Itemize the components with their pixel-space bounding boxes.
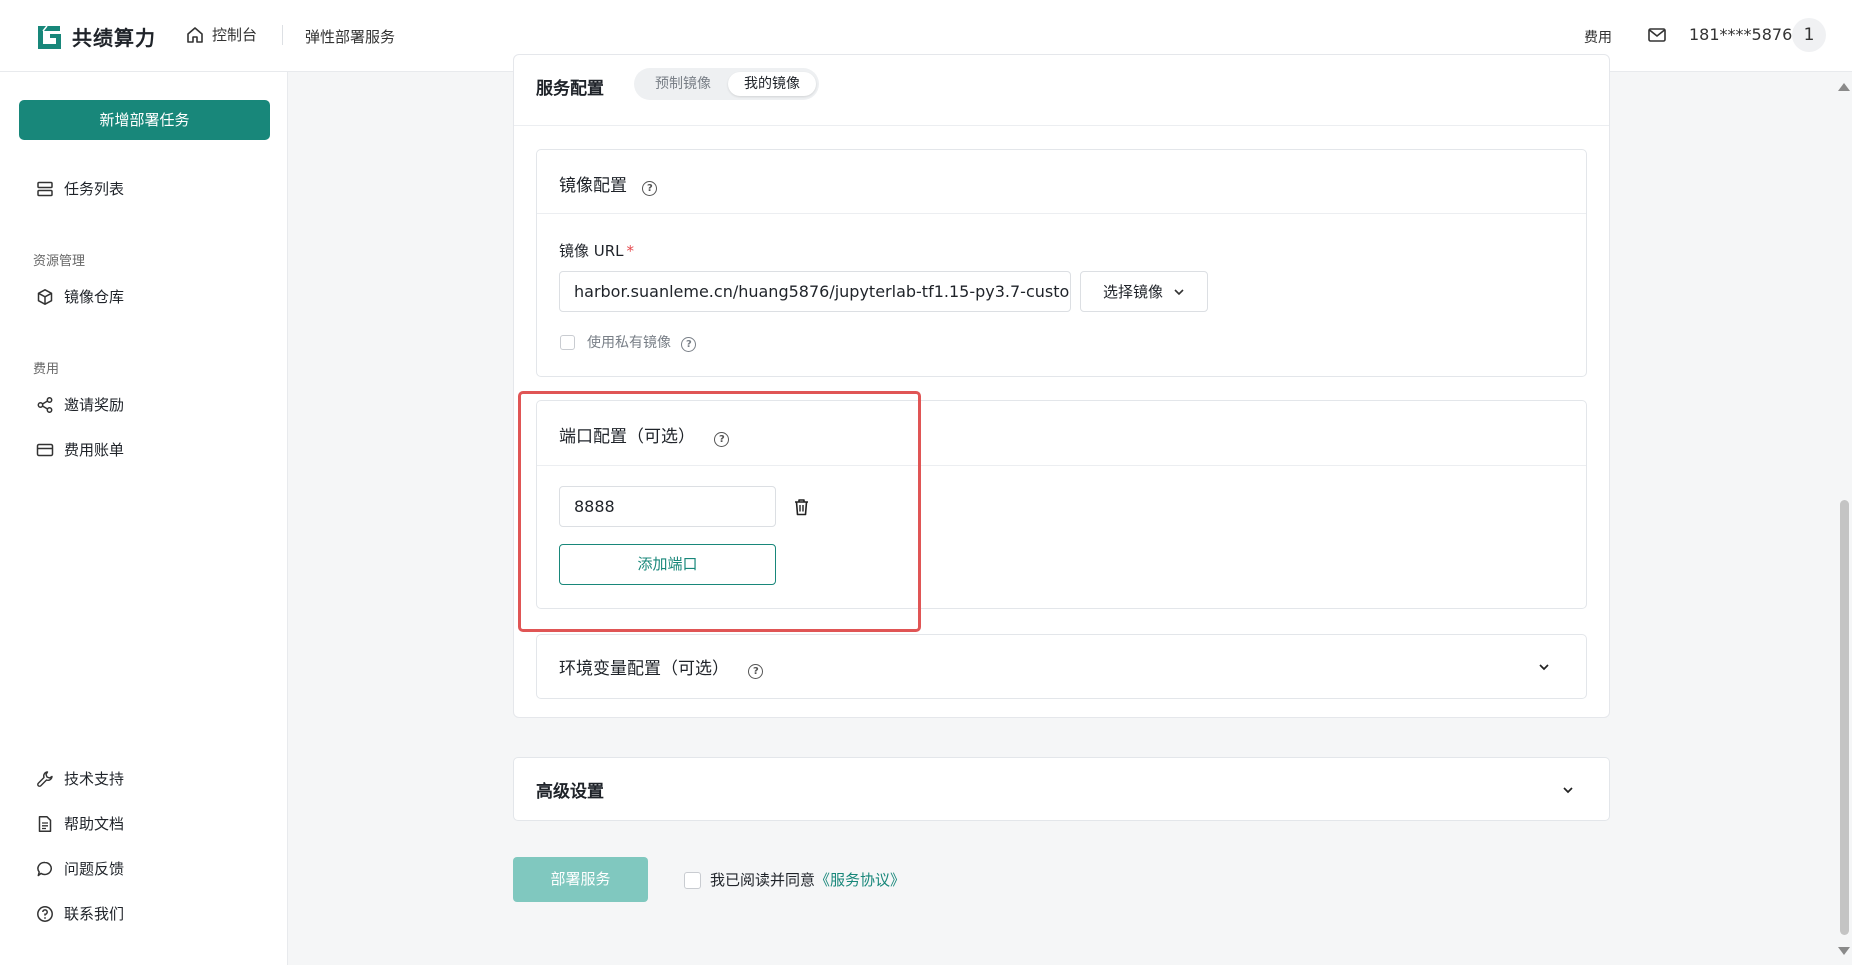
mail-icon[interactable] — [1647, 26, 1667, 44]
chevron-down-icon[interactable] — [1561, 783, 1575, 797]
agree-terms-text: 我已阅读并同意《服务协议》 — [710, 869, 905, 890]
sidebar-item-label: 帮助文档 — [64, 815, 125, 833]
brand-name: 共绩算力 — [72, 25, 156, 50]
help-icon[interactable]: ? — [642, 181, 658, 196]
share-icon — [37, 396, 53, 413]
add-port-button[interactable]: 添加端口 — [559, 544, 776, 585]
sidebar-item-label: 问题反馈 — [64, 860, 125, 878]
sidebar-item-contact[interactable]: 联系我们 — [36, 903, 124, 924]
image-source-tabs: 预制镜像 我的镜像 — [634, 68, 819, 100]
credit-card-icon — [36, 443, 54, 456]
sidebar-item-label: 邀请奖励 — [64, 396, 125, 414]
tab-preset-images[interactable]: 预制镜像 — [638, 72, 728, 96]
sidebar-group-resources: 资源管理 — [33, 254, 86, 269]
sidebar-group-fee: 费用 — [33, 362, 60, 377]
advanced-settings-panel[interactable] — [513, 757, 1610, 821]
agree-terms-label: 我已阅读并同意 — [710, 871, 816, 889]
nav-elastic-deploy[interactable]: 弹性部署服务 — [305, 26, 395, 47]
env-config-panel[interactable]: 环境变量配置（可选） ? — [536, 634, 1587, 699]
image-config-title: 镜像配置 ? — [559, 171, 658, 196]
select-image-label: 选择镜像 — [1102, 283, 1163, 301]
cube-icon — [37, 288, 53, 305]
private-image-checkbox[interactable] — [560, 335, 575, 350]
image-url-label-text: 镜像 URL — [559, 242, 624, 260]
document-icon — [38, 815, 52, 832]
brand-logo[interactable]: 共绩算力 — [34, 20, 156, 52]
sidebar-item-billing[interactable]: 费用账单 — [36, 439, 124, 460]
help-icon[interactable]: ? — [748, 664, 764, 679]
help-icon[interactable]: ? — [681, 337, 697, 352]
nav-console[interactable]: 控制台 — [186, 24, 257, 45]
env-config-title: 环境变量配置（可选） ? — [559, 654, 764, 679]
private-image-label-text: 使用私有镜像 — [587, 335, 671, 351]
sidebar-item-label: 任务列表 — [64, 180, 125, 198]
required-mark: * — [626, 242, 635, 260]
port-input[interactable]: 8888 — [559, 486, 776, 527]
port-config-title-text: 端口配置（可选） — [559, 427, 695, 447]
sidebar: 新增部署任务 任务列表 资源管理 镜像仓库 费用 邀请奖励 费用账单 技术支持 … — [0, 72, 288, 965]
private-image-label: 使用私有镜像 ? — [587, 332, 697, 352]
image-url-input[interactable]: harbor.suanleme.cn/huang5876/jupyterlab-… — [559, 271, 1071, 312]
sidebar-item-image-repo[interactable]: 镜像仓库 — [36, 286, 124, 307]
sidebar-item-label: 联系我们 — [64, 905, 125, 923]
sidebar-item-label: 技术支持 — [64, 770, 125, 788]
chevron-down-icon[interactable] — [1537, 660, 1551, 674]
help-circle-icon — [37, 905, 53, 922]
user-phone[interactable]: 181****5876 — [1689, 25, 1792, 44]
sidebar-item-feedback[interactable]: 问题反馈 — [36, 858, 124, 879]
scroll-up-arrow-icon[interactable] — [1838, 83, 1850, 91]
divider — [514, 125, 1609, 126]
sidebar-item-task-list[interactable]: 任务列表 — [36, 178, 124, 199]
tab-my-images[interactable]: 我的镜像 — [728, 72, 816, 96]
select-image-button[interactable]: 选择镜像 — [1080, 271, 1208, 312]
wrench-icon — [37, 770, 53, 787]
panel-header: 镜像配置 ? — [537, 150, 1586, 214]
sidebar-item-label: 镜像仓库 — [64, 288, 125, 306]
image-config-title-text: 镜像配置 — [559, 176, 627, 196]
help-icon[interactable]: ? — [714, 432, 730, 447]
header-fee-link[interactable]: 费用 — [1584, 27, 1612, 47]
nav-divider — [282, 25, 283, 45]
service-agreement-link[interactable]: 《服务协议》 — [815, 871, 905, 889]
panel-header: 端口配置（可选） ? — [537, 401, 1586, 466]
chevron-down-icon — [1174, 288, 1184, 295]
home-icon — [187, 26, 203, 43]
advanced-settings-title: 高级设置 — [536, 782, 604, 802]
env-config-title-text: 环境变量配置（可选） — [559, 659, 729, 679]
scrollbar-thumb[interactable] — [1840, 500, 1849, 935]
sidebar-item-support[interactable]: 技术支持 — [36, 768, 124, 789]
sidebar-item-invite[interactable]: 邀请奖励 — [36, 394, 124, 415]
avatar[interactable]: 1 — [1792, 18, 1826, 52]
brand-logo-icon — [38, 25, 61, 49]
sidebar-item-label: 费用账单 — [64, 441, 125, 459]
trash-icon[interactable] — [793, 498, 810, 516]
scroll-down-arrow-icon[interactable] — [1838, 947, 1850, 955]
port-config-title: 端口配置（可选） ? — [559, 422, 730, 447]
nav-console-label: 控制台 — [212, 26, 258, 44]
agree-terms-checkbox[interactable] — [684, 872, 701, 889]
chat-bubble-icon — [37, 861, 52, 876]
list-icon — [37, 181, 53, 196]
deploy-service-button[interactable]: 部署服务 — [513, 857, 648, 902]
sidebar-item-docs[interactable]: 帮助文档 — [36, 813, 124, 834]
new-deploy-task-button[interactable]: 新增部署任务 — [19, 100, 270, 140]
service-config-title: 服务配置 — [536, 79, 604, 99]
image-url-label: 镜像 URL * — [559, 240, 634, 261]
